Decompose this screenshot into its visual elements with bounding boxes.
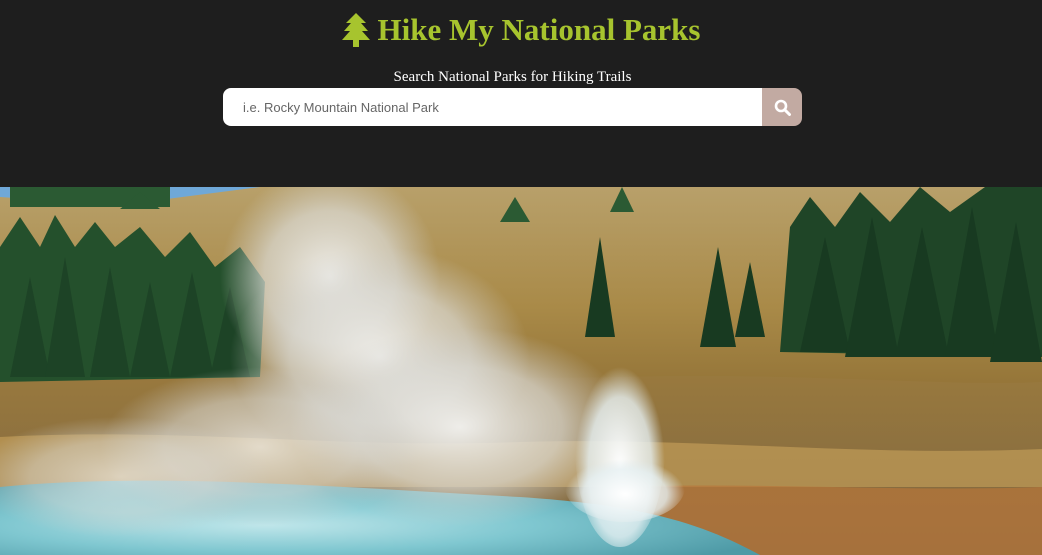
hero-image [0, 187, 1042, 555]
pine-tree-icon [341, 13, 370, 47]
geyser-landscape-image [0, 187, 1042, 555]
search-icon [774, 99, 791, 116]
search-label: Search National Parks for Hiking Trails [393, 69, 632, 85]
search-input[interactable] [223, 88, 762, 126]
site-title: Hike My National Parks [377, 12, 701, 47]
search-button[interactable] [762, 88, 802, 126]
brand[interactable]: Hike My National Parks [0, 10, 1042, 50]
header: Hike My National Parks Search National P… [0, 0, 1042, 187]
search-bar [223, 88, 802, 126]
